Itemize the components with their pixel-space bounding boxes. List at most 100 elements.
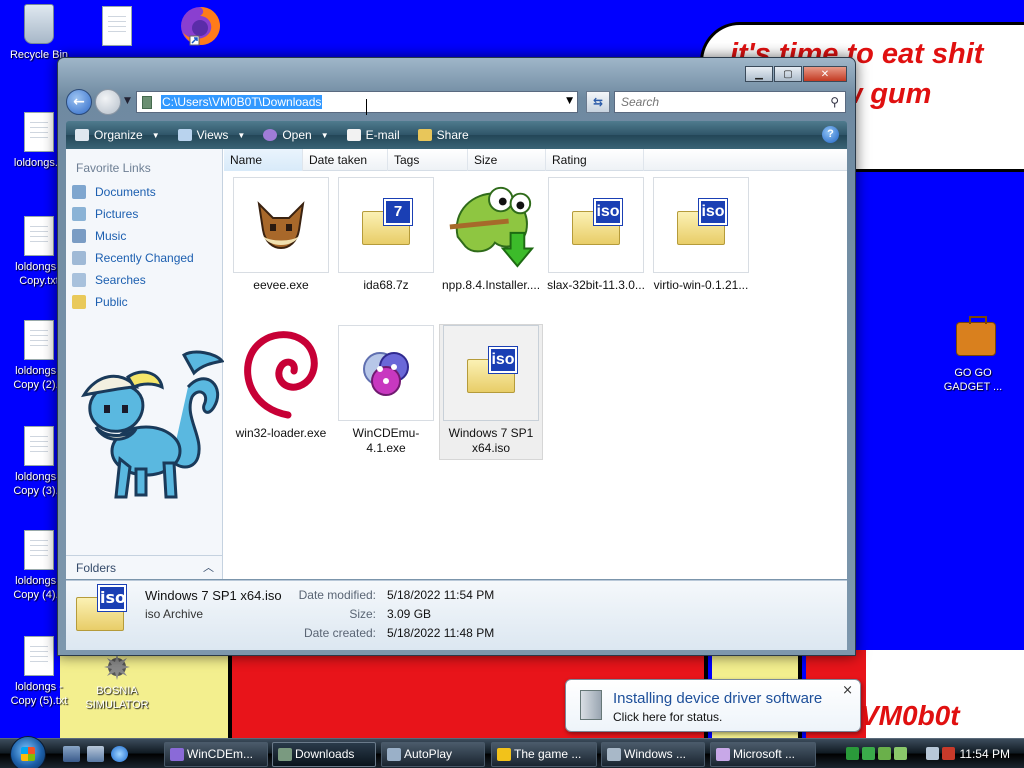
desktop-icon-document[interactable] — [80, 6, 154, 50]
taskbar-button-wincdemu[interactable]: WinCDEm... — [164, 742, 268, 767]
favorite-pictures[interactable]: Pictures — [72, 207, 138, 221]
desktop-icon-bosnia-simulator[interactable]: BOSNIA SIMULATOR — [80, 652, 154, 712]
size-label: Size: — [349, 607, 376, 621]
file-item-selected[interactable]: iso Windows 7 SP1 x64.iso — [439, 324, 543, 460]
file-item[interactable]: 7 ida68.7z — [334, 177, 438, 293]
autoplay-icon — [387, 748, 401, 761]
organize-label: Organize — [94, 128, 143, 142]
email-button[interactable]: E-mail — [338, 121, 409, 149]
address-dropdown-icon[interactable]: ▼ — [566, 96, 573, 106]
folders-toggle[interactable]: Folders ︿ — [66, 555, 222, 579]
volume-muted-icon[interactable] — [942, 747, 955, 760]
tray-icon[interactable] — [846, 747, 859, 760]
notification-close-button[interactable]: × — [842, 683, 853, 698]
tray-icon[interactable] — [862, 747, 875, 760]
window-caption-buttons: ▁ ▢ ✕ — [745, 66, 847, 82]
folder-icon — [278, 748, 292, 761]
maximize-button[interactable]: ▢ — [774, 66, 802, 82]
recycle-bin-icon — [24, 4, 54, 44]
open-button[interactable]: Open ▼ — [254, 121, 337, 149]
search-input[interactable] — [615, 92, 815, 112]
email-icon — [346, 129, 361, 141]
taskbar-button-windows[interactable]: Windows ... — [601, 742, 705, 767]
details-file-type: iso Archive — [145, 607, 204, 621]
taskbar-button-label: AutoPlay — [404, 747, 453, 761]
network-icon[interactable] — [926, 747, 939, 760]
file-item[interactable]: iso virtio-win-0.1.21... — [649, 177, 753, 293]
file-item[interactable]: iso slax-32bit-11.3.0... — [544, 177, 648, 293]
organize-button[interactable]: Organize ▼ — [66, 121, 169, 149]
vaporeon-image — [81, 350, 224, 499]
computer-icon — [607, 748, 621, 761]
favorite-public[interactable]: Public — [72, 295, 128, 309]
refresh-button[interactable]: ⇆ — [586, 91, 610, 113]
date-modified-label: Date modified: — [298, 588, 376, 602]
column-date-taken[interactable]: Date taken — [303, 149, 388, 171]
file-name: eevee.exe — [253, 278, 309, 292]
forward-button[interactable] — [95, 89, 121, 115]
column-tags[interactable]: Tags — [388, 149, 468, 171]
file-item[interactable]: eevee.exe — [229, 177, 333, 293]
text-cursor — [366, 99, 368, 115]
start-button[interactable] — [10, 736, 46, 768]
file-item[interactable]: npp.8.4.Installer.... — [439, 177, 543, 293]
favorite-documents[interactable]: Documents — [72, 185, 156, 199]
column-name[interactable]: Name — [224, 149, 303, 171]
music-icon — [72, 229, 86, 243]
views-label: Views — [196, 128, 229, 142]
text-document-icon — [24, 530, 54, 570]
file-item[interactable]: win32-loader.exe — [229, 325, 333, 441]
column-headers: Name Date taken Tags Size Rating — [224, 149, 847, 171]
email-label: E-mail — [365, 128, 400, 142]
views-button[interactable]: Views ▼ — [169, 121, 255, 149]
show-desktop-icon[interactable] — [63, 746, 80, 762]
share-button[interactable]: Share — [409, 121, 478, 149]
iso-archive-icon: iso — [76, 585, 126, 631]
date-created-label: Date created: — [303, 626, 376, 640]
file-name: npp.8.4.Installer.... — [441, 278, 541, 292]
favorite-label: Recently Changed — [95, 251, 194, 265]
recent-pages-dropdown[interactable]: ▼ — [124, 96, 131, 106]
tray-icon[interactable] — [878, 747, 891, 760]
taskbar-button-autoplay[interactable]: AutoPlay — [381, 742, 485, 767]
taskbar-button-microsoft[interactable]: Microsoft ... — [710, 742, 816, 767]
favorite-music[interactable]: Music — [72, 229, 126, 243]
file-item[interactable]: WinCDEmu-4.1.exe — [334, 325, 438, 456]
address-path[interactable]: C:\Users\VM0B0T\Downloads — [161, 95, 323, 109]
address-bar[interactable]: C:\Users\VM0B0T\Downloads ▼ — [136, 91, 578, 113]
warning-icon — [497, 748, 511, 761]
taskbar-button-label: Windows ... — [624, 747, 687, 761]
tray-icon[interactable] — [894, 747, 907, 760]
switch-windows-icon[interactable] — [87, 746, 104, 762]
close-button[interactable]: ✕ — [803, 66, 847, 82]
internet-explorer-icon[interactable] — [111, 746, 128, 762]
share-icon — [417, 129, 432, 141]
wallpaper-signature: VM0b0t — [860, 700, 960, 731]
column-size[interactable]: Size — [468, 149, 546, 171]
file-name: ida68.7z — [363, 278, 409, 292]
favorite-label: Searches — [95, 273, 146, 287]
minimize-button[interactable]: ▁ — [745, 66, 773, 82]
taskbar-button-the-game[interactable]: The game ... — [491, 742, 597, 767]
back-button[interactable]: ← — [66, 89, 92, 115]
notification-balloon[interactable]: Installing device driver software Click … — [565, 679, 861, 732]
help-button[interactable]: ? — [822, 126, 839, 143]
desktop-icon-firefox[interactable] — [158, 4, 232, 48]
search-icon[interactable]: ⚲ — [830, 95, 839, 109]
date-modified-value: 5/18/2022 11:54 PM — [387, 588, 495, 602]
text-document-icon — [24, 216, 54, 256]
desktop-icon-go-go-gadget[interactable]: GO GO GADGET ... — [936, 316, 1010, 394]
favorite-searches[interactable]: Searches — [72, 273, 146, 287]
search-box[interactable]: ⚲ — [614, 91, 846, 113]
favorite-label: Music — [95, 229, 127, 243]
taskbar-button-downloads[interactable]: Downloads — [272, 742, 376, 767]
desktop-icon-recycle-bin[interactable]: Recycle Bin — [2, 4, 76, 62]
clock[interactable]: 11:54 PM — [960, 747, 1010, 761]
column-rating[interactable]: Rating — [546, 149, 644, 171]
folder-icon — [142, 96, 152, 109]
chevron-down-icon: ▼ — [151, 130, 160, 140]
folders-label: Folders — [76, 561, 117, 575]
favorite-recently-changed[interactable]: Recently Changed — [72, 251, 194, 265]
chevron-down-icon: ▼ — [237, 130, 246, 140]
desktop-icon-label: GO GO GADGET ... — [943, 367, 1003, 393]
